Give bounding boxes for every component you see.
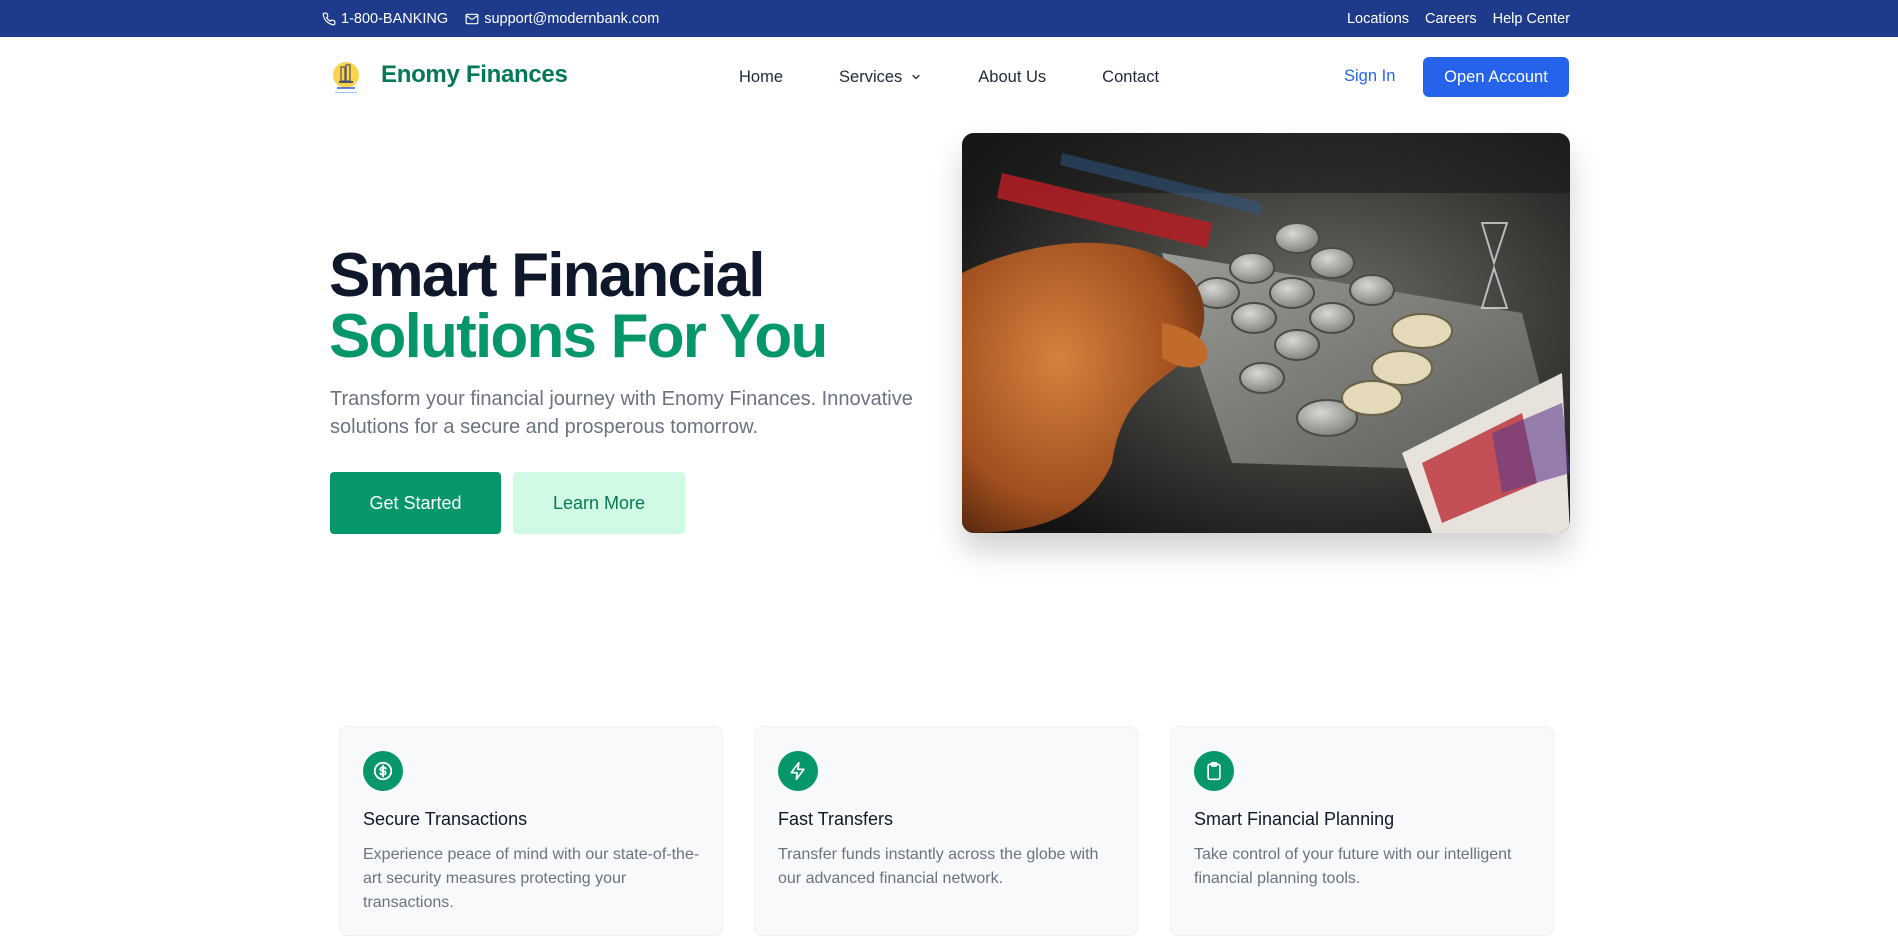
nav-home-label: Home	[739, 67, 784, 86]
hero-title-line1: Smart Financial	[329, 241, 766, 310]
nav-contact[interactable]: Contact	[1102, 68, 1159, 87]
nav-services-label: Services	[839, 67, 903, 86]
feature-description: Transfer funds instantly across the glob…	[778, 846, 1099, 887]
hero-subtitle: Transform your financial journey with En…	[330, 388, 913, 438]
feature-description: Take control of your future with our int…	[1194, 846, 1512, 887]
clipboard-icon	[1194, 751, 1234, 791]
nav-about-label: About Us	[978, 67, 1047, 86]
sign-in-link[interactable]: Sign In	[1344, 67, 1395, 86]
phone-number: 1-800-BANKING	[341, 10, 449, 27]
nav-home[interactable]: Home	[739, 68, 783, 87]
feature-card-secure[interactable]: Secure Transactions Experience peace of …	[339, 726, 723, 936]
nav-contact-label: Contact	[1102, 67, 1160, 86]
learn-more-button[interactable]: Learn More	[513, 472, 685, 534]
get-started-button[interactable]: Get Started	[330, 472, 501, 534]
nav-about[interactable]: About Us	[978, 68, 1046, 87]
feature-card-transfers[interactable]: Fast Transfers Transfer funds instantly …	[754, 726, 1138, 936]
chevron-down-icon	[912, 74, 920, 80]
hero-image-atm-keypad	[962, 133, 1570, 533]
phone-contact[interactable]: 1-800-BANKING	[322, 11, 448, 27]
email-contact[interactable]: support@modernbank.com	[465, 11, 659, 27]
hero-title: Smart Financial Solutions For You	[329, 241, 828, 371]
feature-description: Experience peace of mind with our state-…	[363, 846, 700, 911]
lightning-icon	[778, 751, 818, 791]
brand-name[interactable]: Enomy Finances	[381, 61, 568, 89]
top-bar: 1-800-BANKING support@modernbank.com Loc…	[0, 0, 1898, 37]
feature-title: Fast Transfers	[778, 809, 894, 829]
link-locations[interactable]: Locations	[1347, 11, 1409, 27]
feature-title: Smart Financial Planning	[1194, 809, 1395, 829]
feature-title: Secure Transactions	[363, 809, 528, 829]
nav-services[interactable]: Services	[839, 68, 922, 87]
open-account-button[interactable]: Open Account	[1423, 57, 1569, 97]
phone-icon	[322, 12, 336, 25]
hero-title-line2: Solutions For You	[329, 302, 828, 371]
main-nav: Home Services About Us Contact	[739, 37, 1215, 117]
link-careers[interactable]: Careers	[1425, 11, 1477, 27]
email-address: support@modernbank.com	[484, 10, 660, 27]
logo-icon[interactable]	[330, 59, 362, 97]
link-help-center[interactable]: Help Center	[1493, 11, 1570, 27]
main-header: Enomy Finances Home Services About Us Co…	[0, 37, 1898, 117]
mail-icon	[465, 13, 479, 24]
dollar-circle-icon	[363, 751, 403, 791]
feature-card-planning[interactable]: Smart Financial Planning Take control of…	[1170, 726, 1554, 936]
